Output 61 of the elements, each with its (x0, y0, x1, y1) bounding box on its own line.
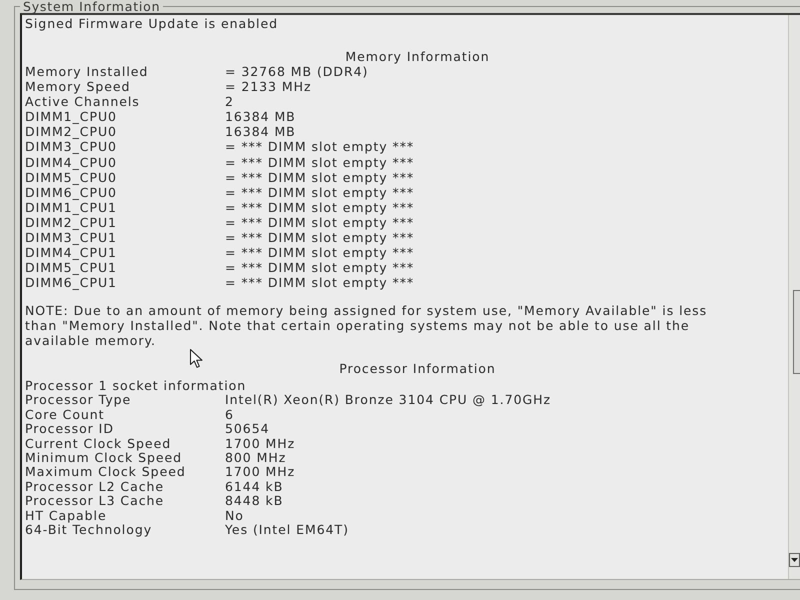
field-value: = *** DIMM slot empty *** (225, 230, 414, 246)
field-label: Memory Installed (25, 64, 148, 80)
field-label: DIMM6_CPU1 (25, 275, 117, 290)
field-value: 1700 MHz (225, 465, 296, 480)
field-value: 16384 MB (225, 124, 296, 140)
status-text: Signed Firmware Update is enabled (25, 16, 278, 31)
field-value: = 32768 MB (DDR4) (225, 64, 368, 80)
field-value: = *** DIMM slot empty *** (225, 245, 414, 260)
subsection-heading: Processor 1 socket information (25, 378, 246, 394)
field-value: = 2133 MHz (225, 79, 312, 94)
field-value: = *** DIMM slot empty *** (225, 184, 414, 200)
field-value: Intel(R) Xeon(R) Bronze 3104 CPU @ 1.70GHz (225, 393, 552, 408)
field-label: Core Count (25, 408, 105, 422)
field-label: Minimum Clock Speed (25, 451, 182, 466)
mouse-pointer-icon (190, 349, 203, 368)
field-label: DIMM3_CPU1 (25, 230, 117, 246)
field-value: No (225, 508, 244, 524)
field-label: Processor ID (25, 422, 114, 437)
field-label: DIMM1_CPU0 (25, 109, 117, 124)
field-label: Memory Speed (25, 79, 130, 94)
group-box-title: System Information (22, 0, 162, 13)
caret-down-icon (791, 558, 798, 562)
field-label: Processor L3 Cache (25, 494, 164, 509)
field-value: 16384 MB (225, 109, 296, 124)
note-text: NOTE: Due to an amount of memory being assigned for system use, "Memory Available" is less than "Memory Installed". Note that certain operating systems may not be able to use all the available memory. (25, 303, 708, 348)
field-label: DIMM1_CPU1 (25, 200, 117, 215)
scroll-down-button[interactable] (789, 553, 800, 567)
scrollbar[interactable] (788, 15, 800, 579)
field-value: 6 (225, 408, 234, 422)
field-label: Processor L2 Cache (25, 480, 164, 494)
field-label: DIMM2_CPU1 (25, 214, 117, 230)
field-value: = *** DIMM slot empty *** (225, 214, 414, 230)
field-label: DIMM6_CPU0 (25, 184, 117, 200)
field-value: 6144 kB (225, 480, 284, 494)
field-value: 8448 kB (225, 494, 284, 509)
field-label: DIMM3_CPU0 (25, 139, 117, 155)
field-value: = *** DIMM slot empty *** (225, 139, 414, 155)
field-label: HT Capable (25, 508, 107, 524)
section-heading: Memory Information (345, 49, 490, 64)
field-label: DIMM5_CPU1 (25, 260, 117, 276)
field-value: 800 MHz (225, 451, 286, 466)
scrollbar-thumb[interactable] (793, 290, 800, 374)
field-value: = *** DIMM slot empty *** (225, 260, 414, 276)
field-label: Active Channels (25, 94, 140, 110)
field-value: = *** DIMM slot empty *** (225, 170, 414, 185)
field-value: = *** DIMM slot empty *** (225, 154, 414, 170)
field-value: 50654 (225, 422, 270, 437)
field-label: Processor Type (25, 393, 132, 408)
field-label: Current Clock Speed (25, 436, 172, 452)
field-label: 64-Bit Technology (25, 523, 152, 538)
field-label: DIMM4_CPU1 (25, 245, 117, 260)
field-value: Yes (Intel EM64T) (225, 523, 349, 538)
section-heading: Processor Information (339, 361, 496, 376)
field-value: = *** DIMM slot empty *** (225, 275, 414, 290)
field-label: DIMM2_CPU0 (25, 124, 117, 140)
field-label: Maximum Clock Speed (25, 465, 186, 480)
field-label: DIMM4_CPU0 (25, 154, 117, 170)
field-value: 1700 MHz (225, 436, 296, 452)
field-label: DIMM5_CPU0 (25, 170, 117, 185)
field-value: = *** DIMM slot empty *** (225, 200, 414, 215)
field-value: 2 (225, 94, 234, 110)
